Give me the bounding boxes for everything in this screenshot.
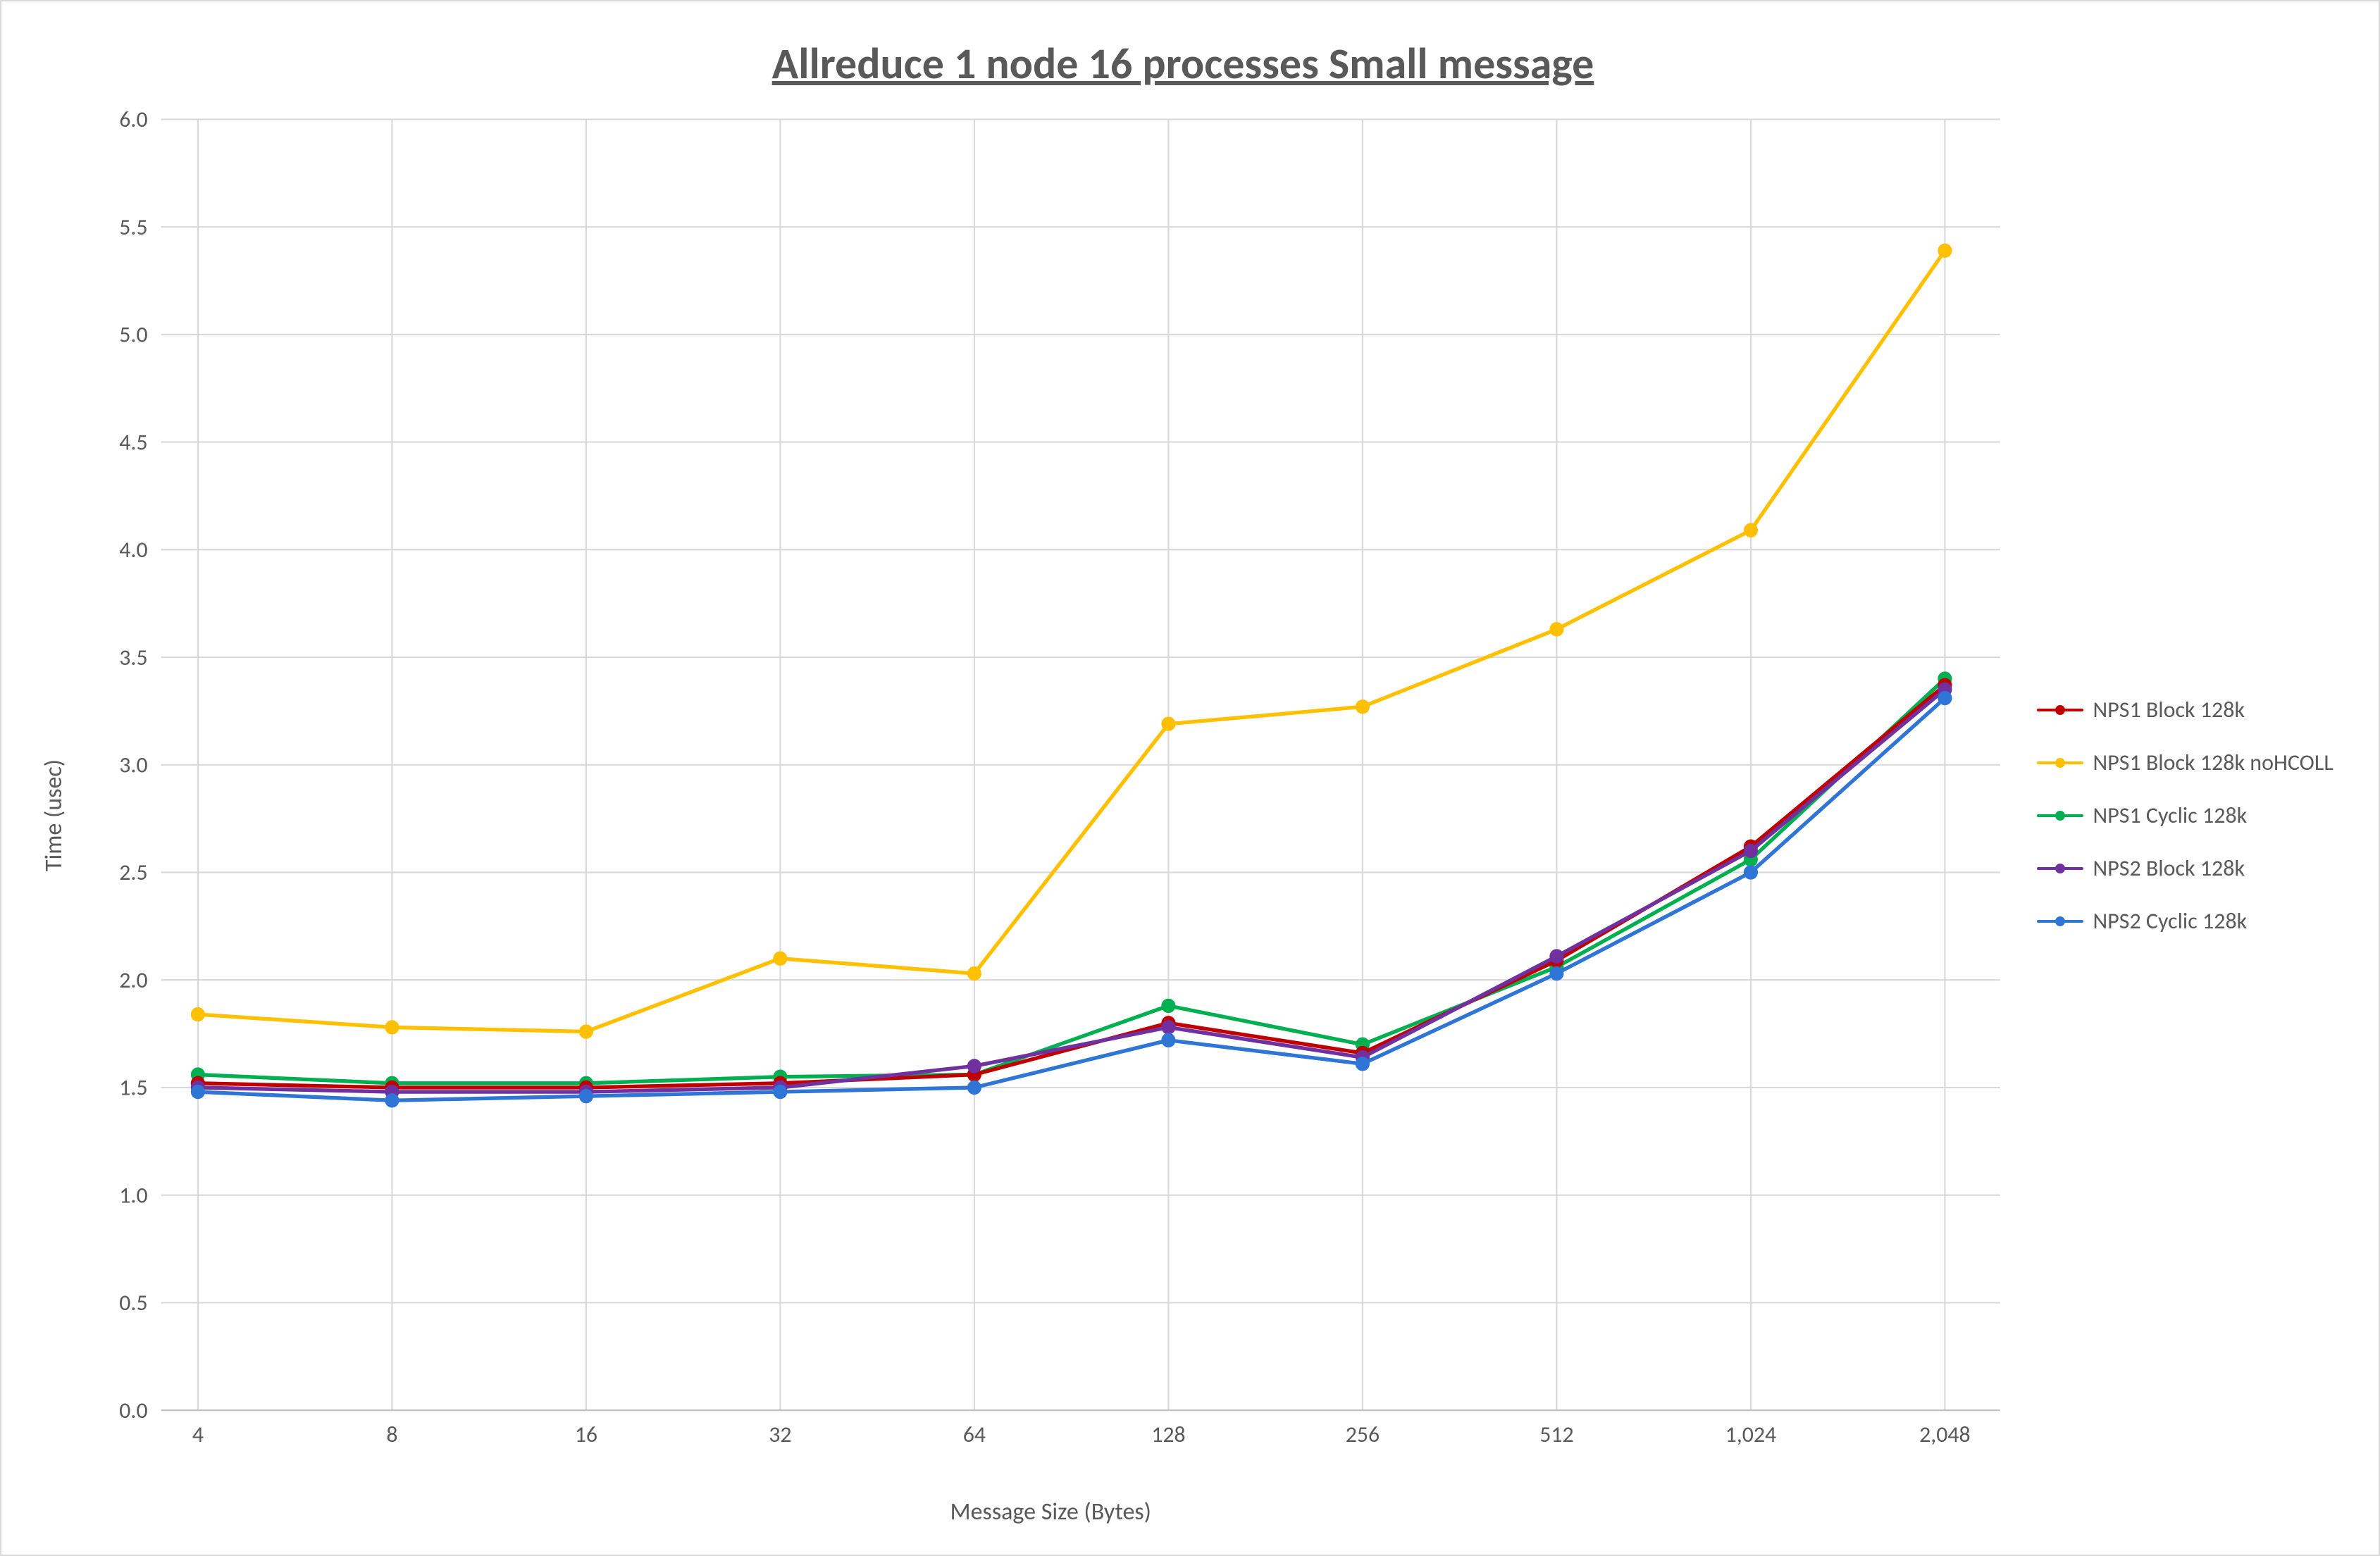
plot-area: 0.0 0.5 1.0 1.5 2.0 2.5 3.0 3.5 4.0 4.5 5.0 5.5 6.0 4… (79, 104, 2023, 1493)
legend-item: NPS1 Block 128k noHCOLL (2037, 749, 2336, 776)
legend-swatch (2037, 920, 2083, 923)
series-marker (191, 1007, 204, 1021)
series-marker (967, 1081, 981, 1094)
legend-item: NPS1 Block 128k (2037, 696, 2336, 723)
series-marker (579, 1090, 593, 1103)
series-marker (1550, 950, 1563, 963)
chart-frame: Allreduce 1 node 16 processes Small mess… (0, 0, 2380, 1556)
y-tick-label: 0.5 (119, 1289, 147, 1317)
y-tick-label: 1.5 (119, 1074, 147, 1102)
series-marker (774, 952, 787, 965)
y-tick-label: 0.0 (119, 1397, 147, 1424)
plot-column: 0.0 0.5 1.0 1.5 2.0 2.5 3.0 3.5 4.0 4.5 5.0 5.5 6.0 4… (79, 104, 2023, 1526)
legend-swatch (2037, 814, 2083, 817)
x-tick-label: 8 (386, 1421, 397, 1448)
legend-label: NPS2 Block 128k (2093, 854, 2245, 882)
series-marker (1550, 966, 1563, 980)
series-marker (967, 1059, 981, 1073)
legend-label: NPS1 Block 128k (2093, 696, 2245, 723)
y-tick-label: 1.0 (119, 1181, 147, 1209)
x-tick-label: 256 (1346, 1421, 1380, 1448)
x-axis-label: Message Size (Bytes) (79, 1498, 2023, 1526)
x-tick-label: 16 (575, 1421, 597, 1448)
y-tick-label: 6.0 (119, 106, 147, 133)
series-marker (385, 1094, 399, 1107)
legend-item: NPS2 Cyclic 128k (2037, 907, 2336, 935)
series-marker (1356, 700, 1369, 714)
series-line (198, 251, 1945, 1032)
x-tick-label: 4 (192, 1421, 204, 1448)
series-marker (967, 966, 981, 980)
legend-item: NPS1 Cyclic 128k (2037, 802, 2336, 829)
series-marker (1938, 244, 1952, 257)
legend-swatch (2037, 761, 2083, 764)
series-marker (774, 1085, 787, 1098)
series-marker (1744, 844, 1757, 857)
legend-swatch (2037, 867, 2083, 870)
series-line (198, 690, 1945, 1092)
legend-label: NPS1 Cyclic 128k (2093, 802, 2248, 829)
series-marker (1550, 623, 1563, 636)
series-marker (1162, 1033, 1175, 1047)
y-axis-label-wrap: Time (usec) (30, 104, 79, 1526)
legend: NPS1 Block 128k NPS1 Block 128k noHCOLL NP… (2023, 104, 2336, 1526)
y-tick-label: 3.5 (119, 644, 147, 671)
y-tick-label: 3.0 (119, 751, 147, 778)
series-marker (1356, 1057, 1369, 1071)
y-tick-label: 4.5 (119, 428, 147, 456)
y-axis-label: Time (usec) (40, 759, 69, 871)
series-marker (1744, 866, 1757, 879)
series-line (198, 679, 1945, 1083)
chart-body: Time (usec) 0.0 0.5 1.0 1.5 2.0 2.5 3.0 3.5 4.0 4… (30, 104, 2336, 1526)
series-marker (1162, 999, 1175, 1012)
legend-item: NPS2 Block 128k (2037, 854, 2336, 882)
series-marker (1744, 523, 1757, 537)
x-tick-label: 1,024 (1725, 1421, 1776, 1448)
series-marker (579, 1025, 593, 1038)
y-tick-label: 4.0 (119, 536, 147, 564)
series-marker (1162, 717, 1175, 730)
legend-swatch (2037, 709, 2083, 711)
series-marker (1938, 691, 1952, 704)
x-tick-label: 2,048 (1919, 1421, 1970, 1448)
y-tick-label: 5.5 (119, 213, 147, 241)
x-tick-label: 128 (1151, 1421, 1185, 1448)
x-tick-label: 64 (963, 1421, 986, 1448)
y-tick-label: 2.0 (119, 966, 147, 994)
x-tick-label: 32 (769, 1421, 791, 1448)
chart-title: Allreduce 1 node 16 processes Small mess… (30, 37, 2336, 90)
series-marker (191, 1085, 204, 1098)
legend-label: NPS1 Block 128k noHCOLL (2093, 749, 2333, 776)
x-tick-label: 512 (1539, 1421, 1573, 1448)
series-marker (1162, 1021, 1175, 1034)
series-marker (385, 1021, 399, 1034)
y-tick-label: 2.5 (119, 859, 147, 886)
y-tick-label: 5.0 (119, 320, 147, 348)
legend-label: NPS2 Cyclic 128k (2093, 907, 2248, 935)
